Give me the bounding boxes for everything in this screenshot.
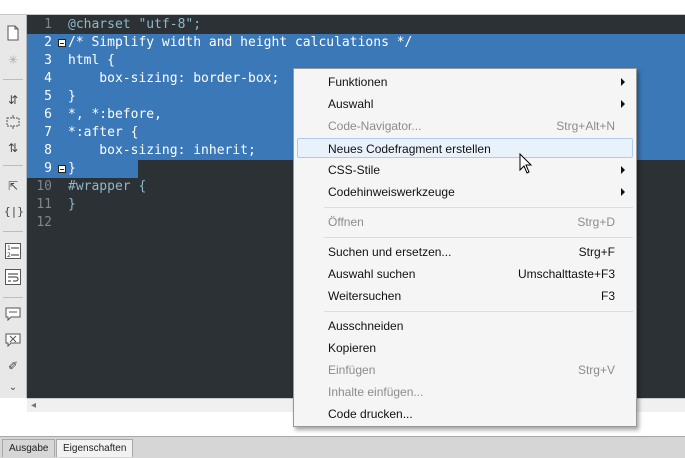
- menu-item-shortcut: F3: [600, 289, 615, 303]
- submenu-arrow-icon: [621, 100, 625, 108]
- toolbar-separator: [3, 231, 23, 232]
- apply-comment-icon[interactable]: [4, 307, 22, 325]
- line-number: 11: [36, 197, 52, 212]
- line-number: 1: [44, 17, 52, 32]
- menu-item-label: Einfügen: [328, 363, 376, 377]
- code-line-text: }: [68, 160, 138, 178]
- code-line[interactable]: /* Simplify width and height calculation…: [68, 34, 685, 52]
- line-number: 5: [27, 88, 68, 106]
- scroll-left-icon[interactable]: ◂: [31, 399, 36, 413]
- menu-item-label: Suchen und ersetzen...: [328, 245, 452, 259]
- highlight-icon[interactable]: ✳: [4, 51, 22, 69]
- line-number: 12: [36, 215, 52, 230]
- menu-item-neues-codefragment[interactable]: Neues Codefragment erstellen: [297, 138, 633, 158]
- context-menu: Funktionen Auswahl Code-Navigator... Strg…: [293, 68, 637, 427]
- menu-item-einfuegen[interactable]: Einfügen Strg+V: [297, 360, 633, 380]
- open-documents-icon[interactable]: [4, 25, 22, 43]
- toolbar-separator: [3, 297, 23, 298]
- menu-item-shortcut: Strg+Alt+N: [556, 119, 615, 133]
- tab-ausgabe[interactable]: Ausgabe: [2, 439, 56, 457]
- menu-item-shortcut: Strg+V: [577, 363, 615, 377]
- collapse-selection-icon[interactable]: [4, 115, 22, 133]
- line-number: 7: [27, 124, 68, 142]
- menu-item-label: Code drucken...: [328, 407, 413, 421]
- menu-item-auswahl-suchen[interactable]: Auswahl suchen Umschalttaste+F3: [297, 264, 633, 284]
- bottom-panel-tabs: Ausgabe Eigenschaften: [0, 436, 685, 458]
- svg-text:2: 2: [7, 252, 11, 259]
- remove-comment-icon[interactable]: [4, 333, 22, 351]
- tab-eigenschaften[interactable]: Eigenschaften: [56, 439, 134, 457]
- menu-item-auswahl[interactable]: Auswahl: [297, 94, 633, 114]
- code-line-text: /* Simplify width and height calculation…: [68, 34, 685, 52]
- menu-separator: [324, 311, 633, 312]
- svg-text:1: 1: [7, 245, 11, 252]
- menu-item-label: Funktionen: [328, 75, 388, 89]
- collapse-full-tag-icon[interactable]: ⇵: [4, 91, 22, 109]
- menu-item-shortcut: Strg+D: [577, 215, 615, 229]
- menu-item-kopieren[interactable]: Kopieren: [297, 338, 633, 358]
- menu-item-label: Weitersuchen: [328, 289, 402, 303]
- menu-item-label: Neues Codefragment erstellen: [328, 142, 491, 156]
- menu-item-funktionen[interactable]: Funktionen: [297, 72, 633, 92]
- menu-separator: [324, 207, 633, 208]
- select-parent-tag-icon[interactable]: ⇱: [4, 177, 22, 195]
- more-icon[interactable]: ⌄: [4, 379, 22, 397]
- menu-item-inhalte-einfuegen[interactable]: Inhalte einfügen...: [297, 382, 633, 402]
- menu-item-label: Kopieren: [328, 341, 377, 355]
- menu-item-label: Auswahl suchen: [328, 267, 416, 281]
- menu-item-label: Codehinweiswerkzeuge: [328, 185, 455, 199]
- fold-toggle-icon[interactable]: [58, 39, 66, 47]
- toolbar-separator: [3, 79, 23, 80]
- balance-braces-icon[interactable]: {|}: [4, 203, 24, 221]
- line-number-gutter: 1 2 3 4 5 6 7 8 9 10 11 12: [27, 15, 68, 398]
- menu-item-shortcut: Umschalttaste+F3: [517, 267, 615, 281]
- menu-item-label: Ausschneiden: [328, 319, 404, 333]
- menu-item-css-stile[interactable]: CSS-Stile: [297, 160, 633, 180]
- line-numbers-icon[interactable]: 12: [4, 243, 22, 261]
- line-number: 4: [27, 70, 68, 88]
- toolbar-separator: [3, 165, 23, 166]
- line-number: 8: [27, 142, 68, 160]
- menu-item-label: CSS-Stile: [328, 163, 381, 177]
- line-number: 6: [27, 106, 68, 124]
- menu-item-label: Code-Navigator...: [328, 119, 422, 133]
- menu-item-oeffnen[interactable]: Öffnen Strg+D: [297, 212, 633, 232]
- menu-item-codehinweiswerkzeuge[interactable]: Codehinweiswerkzeuge: [297, 182, 633, 202]
- submenu-arrow-icon: [621, 166, 625, 174]
- line-number: 3: [27, 52, 68, 70]
- mouse-pointer-icon: [519, 153, 533, 174]
- line-number: 10: [36, 179, 52, 194]
- coding-toolbar: ✳ ⇵ ⇅ ⇱ {|} 12 ✐ ⌄: [0, 15, 27, 398]
- format-source-icon[interactable]: ✐: [4, 357, 22, 375]
- code-line[interactable]: @charset "utf-8";: [68, 16, 685, 34]
- word-wrap-icon[interactable]: [4, 269, 22, 287]
- code-line-text: @charset "utf-8";: [68, 17, 202, 32]
- menu-item-label: Auswahl: [328, 97, 374, 111]
- submenu-arrow-icon: [621, 188, 625, 196]
- top-strip: [0, 0, 685, 15]
- fold-toggle-icon[interactable]: [58, 165, 66, 173]
- submenu-arrow-icon: [621, 78, 625, 86]
- menu-item-ausschneiden[interactable]: Ausschneiden: [297, 316, 633, 336]
- menu-separator: [324, 237, 633, 238]
- code-line-text: }: [68, 197, 76, 212]
- code-line-text: }: [68, 161, 76, 176]
- menu-item-weitersuchen[interactable]: Weitersuchen F3: [297, 286, 633, 306]
- menu-item-suchen-und-ersetzen[interactable]: Suchen und ersetzen... Strg+F: [297, 242, 633, 262]
- code-line-text: #wrapper {: [68, 179, 147, 194]
- menu-item-code-drucken[interactable]: Code drucken...: [297, 404, 633, 424]
- menu-item-shortcut: Strg+F: [578, 245, 615, 259]
- menu-item-label: Inhalte einfügen...: [328, 385, 424, 399]
- menu-item-code-navigator[interactable]: Code-Navigator... Strg+Alt+N: [297, 116, 633, 136]
- expand-all-icon[interactable]: ⇅: [4, 139, 22, 157]
- menu-item-label: Öffnen: [328, 215, 364, 229]
